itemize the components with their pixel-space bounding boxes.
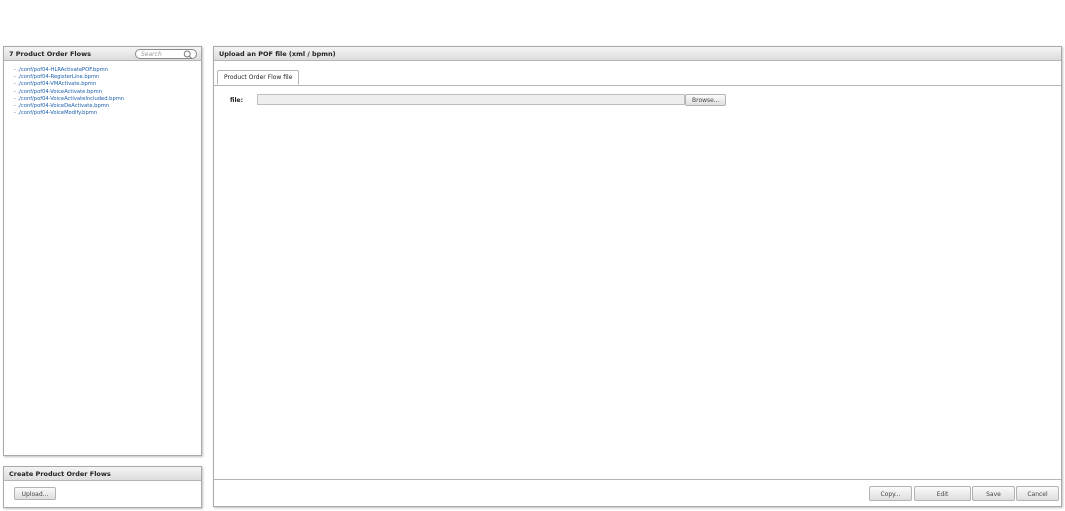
flow-link[interactable]: - ./conf/pof04-VoiceModify.bpmn [14,110,97,116]
copy-button[interactable]: Copy... [869,486,912,501]
flow-list-item[interactable]: - ./conf/pof04-RegisterLine.bpmn [14,74,201,81]
flow-list-item[interactable]: - ./conf/pof04-VoiceActivate.bpmn [14,89,201,96]
flow-list-item[interactable]: - ./conf/pof04-VoiceDeActivate.bpmn [14,103,201,110]
flow-link[interactable]: - ./conf/pof04-VoiceDeActivate.bpmn [14,103,109,109]
flows-panel-header: 7 Product Order Flows [4,47,201,61]
create-panel-header: Create Product Order Flows [4,467,201,481]
panel-footer: Copy... Edit Save Cancel [214,479,1061,506]
upload-button[interactable]: Upload... [14,487,56,500]
flow-link[interactable]: - ./conf/pof04-VoiceActivate.bpmn [14,89,102,95]
product-order-flows-panel: 7 Product Order Flows - ./conf/pof04-HLR… [3,46,202,456]
search-box[interactable] [135,49,197,59]
flow-link[interactable]: - ./conf/pof04-VoiceActivateIncluded.bpm… [14,96,124,102]
flow-list: - ./conf/pof04-HLRActivatePOF.bpmn - ./c… [4,61,201,117]
search-input[interactable] [136,50,185,58]
upload-panel-title: Upload an POF file (xml / bpmn) [219,50,336,58]
upload-pof-panel: Upload an POF file (xml / bpmn) Product … [213,46,1062,507]
cancel-button[interactable]: Cancel [1016,486,1059,501]
tab-product-order-flow-file[interactable]: Product Order Flow file [217,70,300,85]
create-panel-title: Create Product Order Flows [9,470,111,478]
upload-panel-header: Upload an POF file (xml / bpmn) [214,47,1061,61]
save-button[interactable]: Save [972,486,1015,501]
flow-link[interactable]: - ./conf/pof04-VMActivate.bpmn [14,81,96,87]
flow-list-item[interactable]: - ./conf/pof04-VMActivate.bpmn [14,81,201,88]
flow-link[interactable]: - ./conf/pof04-HLRActivatePOF.bpmn [14,67,108,73]
flow-list-item[interactable]: - ./conf/pof04-VoiceModify.bpmn [14,110,201,117]
create-product-order-flows-panel: Create Product Order Flows Upload... [3,466,202,508]
flows-panel-title: 7 Product Order Flows [9,50,91,58]
flow-link[interactable]: - ./conf/pof04-RegisterLine.bpmn [14,74,99,80]
tab-strip: Product Order Flow file [214,61,1061,86]
search-icon[interactable] [183,50,193,59]
browse-button[interactable]: Browse... [685,94,726,106]
edit-button[interactable]: Edit [914,486,971,501]
file-path-field[interactable] [257,94,685,105]
flow-list-item[interactable]: - ./conf/pof04-HLRActivatePOF.bpmn [14,67,201,74]
flow-list-item[interactable]: - ./conf/pof04-VoiceActivateIncluded.bpm… [14,96,201,103]
file-label: file: [230,97,243,104]
